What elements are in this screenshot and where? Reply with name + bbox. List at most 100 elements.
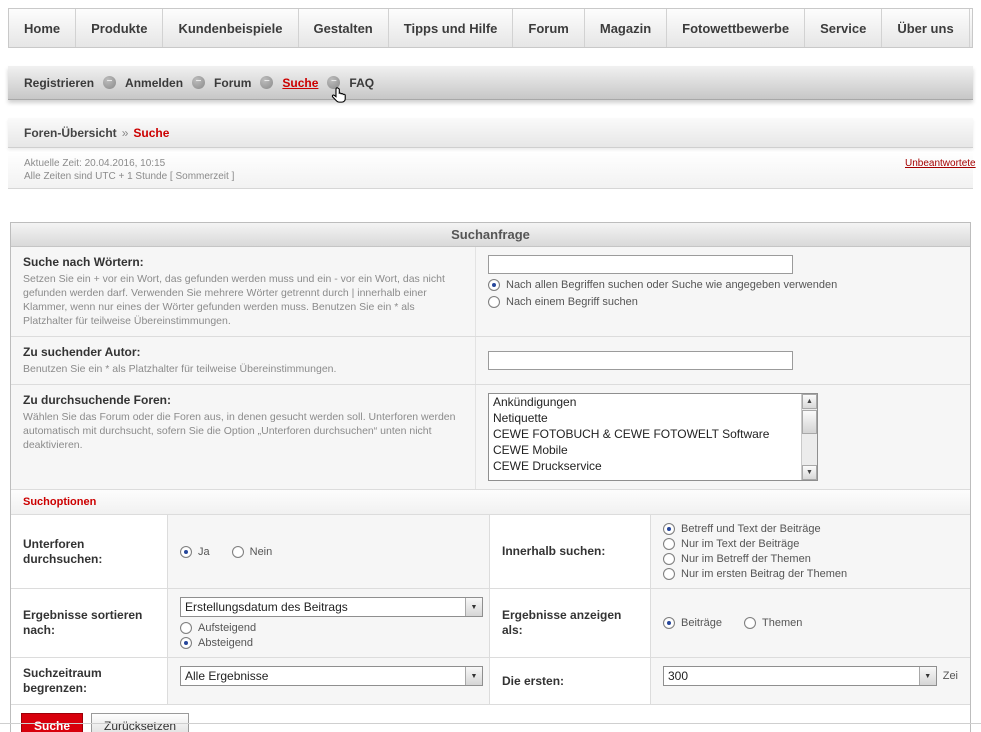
listbox-scrollbar[interactable]: ▲ ▼	[801, 394, 817, 480]
author-label: Zu suchender Autor:	[23, 345, 463, 359]
nav-tab-produkte[interactable]: Produkte	[76, 9, 163, 47]
author-input[interactable]	[488, 351, 793, 370]
return-first-label: Die ersten:	[502, 674, 564, 689]
subforums-nein[interactable]: Nein	[232, 546, 273, 558]
sort-desc[interactable]: Absteigend	[180, 637, 477, 649]
radio-within-text-only-label: Nur im Text der Beiträge	[681, 538, 799, 550]
breadcrumb-current-suche: Suche	[133, 126, 169, 140]
forumnav-suche[interactable]: Suche	[282, 76, 318, 90]
forums-list-cell: Ankündigungen Netiquette CEWE FOTOBUCH &…	[476, 385, 970, 489]
forumnav-faq[interactable]: FAQ	[349, 76, 374, 90]
timezone-text: Alle Zeiten sind UTC + 1 Stunde [ Sommer…	[24, 170, 973, 183]
keywords-description: Setzen Sie ein + vor ein Wort, das gefun…	[23, 272, 463, 328]
author-label-cell: Zu suchender Autor: Benutzen Sie ein * a…	[11, 337, 476, 384]
forumnav-anmelden[interactable]: Anmelden	[125, 76, 183, 90]
scroll-down-icon[interactable]: ▼	[802, 465, 817, 480]
radio-subforums-no[interactable]	[232, 546, 244, 558]
search-panel: Suchanfrage Suche nach Wörtern: Setzen S…	[10, 222, 971, 732]
radio-within-title-text[interactable]	[663, 523, 675, 535]
forum-option[interactable]: CEWE Druckservice	[489, 458, 817, 474]
radio-all-terms-label: Nach allen Begriffen suchen oder Suche w…	[506, 279, 837, 291]
display-as-options-cell: Beiträge Themen	[651, 589, 970, 658]
search-options-header: Suchoptionen	[11, 490, 970, 515]
nav-bullet-icon: −	[103, 76, 116, 89]
subforums-label: Unterforen durchsuchen:	[23, 537, 155, 567]
panel-title: Suchanfrage	[11, 223, 970, 247]
breadcrumb-forum-overview[interactable]: Foren-Übersicht	[24, 126, 117, 140]
radio-within-title-only[interactable]	[663, 553, 675, 565]
nav-tab-gestalten[interactable]: Gestalten	[299, 9, 389, 47]
sort-select[interactable]: Erstellungsdatum des Beitrags ▼	[180, 597, 483, 617]
subforums-ja[interactable]: Ja	[180, 546, 210, 558]
within-label: Innerhalb suchen:	[502, 544, 605, 559]
keywords-option-all[interactable]: Nach allen Begriffen suchen oder Suche w…	[488, 279, 958, 291]
scroll-up-icon[interactable]: ▲	[802, 394, 817, 409]
radio-all-terms[interactable]	[488, 279, 500, 291]
forums-description: Wählen Sie das Forum oder die Foren aus,…	[23, 410, 463, 452]
display-as-posts[interactable]: Beiträge	[663, 617, 722, 629]
unanswered-link[interactable]: Unbeantwortete	[905, 158, 976, 169]
chevron-down-icon[interactable]: ▼	[465, 667, 482, 685]
within-option-2[interactable]: Nur im Betreff der Themen	[663, 553, 958, 565]
nav-tab-kundenbeispiele[interactable]: Kundenbeispiele	[163, 9, 298, 47]
radio-sort-descending[interactable]	[180, 637, 192, 649]
forums-row: Zu durchsuchende Foren: Wählen Sie das F…	[11, 385, 970, 490]
subforums-options-cell: Ja Nein	[168, 515, 490, 589]
within-option-0[interactable]: Betreff und Text der Beiträge	[663, 523, 958, 535]
display-as-topics[interactable]: Themen	[744, 617, 802, 629]
within-label-cell: Innerhalb suchen:	[490, 515, 651, 589]
radio-within-first-post[interactable]	[663, 568, 675, 580]
chevron-down-icon[interactable]: ▼	[465, 598, 482, 616]
author-input-cell	[476, 337, 970, 384]
nav-tab-fotowettbewerbe[interactable]: Fotowettbewerbe	[667, 9, 805, 47]
scrollbar-thumb[interactable]	[802, 410, 817, 434]
time-limit-label: Suchzeitraum begrenzen:	[23, 666, 155, 696]
nav-tab-forum[interactable]: Forum	[513, 9, 584, 47]
search-options-grid: Unterforen durchsuchen: Ja Nein Innerhal…	[11, 515, 970, 705]
radio-within-title-text-label: Betreff und Text der Beiträge	[681, 523, 821, 535]
nav-tab-service[interactable]: Service	[805, 9, 882, 47]
radio-sort-ascending[interactable]	[180, 622, 192, 634]
keywords-label-cell: Suche nach Wörtern: Setzen Sie ein + vor…	[11, 247, 476, 336]
forums-listbox[interactable]: Ankündigungen Netiquette CEWE FOTOBUCH &…	[488, 393, 818, 481]
time-limit-select-cell: Alle Ergebnisse ▼	[168, 658, 490, 705]
keywords-option-any[interactable]: Nach einem Begriff suchen	[488, 296, 958, 308]
return-first-label-cell: Die ersten:	[490, 658, 651, 705]
forum-option[interactable]: CEWE Mobile	[489, 442, 817, 458]
forum-option[interactable]: Netiquette	[489, 410, 817, 426]
time-limit-select-value: Alle Ergebnisse	[181, 669, 268, 683]
radio-display-topics[interactable]	[744, 617, 756, 629]
breadcrumb-separator: »	[122, 126, 129, 140]
sort-asc[interactable]: Aufsteigend	[180, 622, 477, 634]
keywords-label: Suche nach Wörtern:	[23, 255, 463, 269]
radio-subforums-yes[interactable]	[180, 546, 192, 558]
return-first-select[interactable]: 300 ▼	[663, 666, 937, 686]
within-option-3[interactable]: Nur im ersten Beitrag der Themen	[663, 568, 958, 580]
nav-tab-magazin[interactable]: Magazin	[585, 9, 667, 47]
info-bar: Aktuelle Zeit: 20.04.2016, 10:15 Alle Ze…	[8, 152, 973, 189]
nav-tab-home[interactable]: Home	[9, 9, 76, 47]
breadcrumb: Foren-Übersicht » Suche	[8, 118, 973, 148]
keywords-input[interactable]	[488, 255, 793, 274]
radio-display-posts-label: Beiträge	[681, 617, 722, 629]
forum-option[interactable]: Ankündigungen	[489, 394, 817, 410]
chevron-down-icon[interactable]: ▼	[919, 667, 936, 685]
forum-nav: Registrieren − Anmelden − Forum − Suche …	[8, 66, 973, 100]
radio-within-text-only[interactable]	[663, 538, 675, 550]
author-description: Benutzen Sie ein * als Platzhalter für t…	[23, 362, 463, 376]
forumnav-registrieren[interactable]: Registrieren	[24, 76, 94, 90]
time-limit-select[interactable]: Alle Ergebnisse ▼	[180, 666, 483, 686]
within-option-1[interactable]: Nur im Text der Beiträge	[663, 538, 958, 550]
nav-tab-ueber-uns[interactable]: Über uns	[882, 9, 969, 47]
forumnav-forum[interactable]: Forum	[214, 76, 251, 90]
footer-divider	[0, 723, 981, 724]
forums-label: Zu durchsuchende Foren:	[23, 393, 463, 407]
return-first-select-value: 300	[664, 669, 688, 683]
nav-bullet-icon: −	[192, 76, 205, 89]
radio-any-term[interactable]	[488, 296, 500, 308]
radio-subforums-yes-label: Ja	[198, 546, 210, 558]
within-options-cell: Betreff und Text der Beiträge Nur im Tex…	[651, 515, 970, 589]
forum-option[interactable]: CEWE FOTOBUCH & CEWE FOTOWELT Software	[489, 426, 817, 442]
nav-tab-tipps-und-hilfe[interactable]: Tipps und Hilfe	[389, 9, 514, 47]
radio-display-posts[interactable]	[663, 617, 675, 629]
